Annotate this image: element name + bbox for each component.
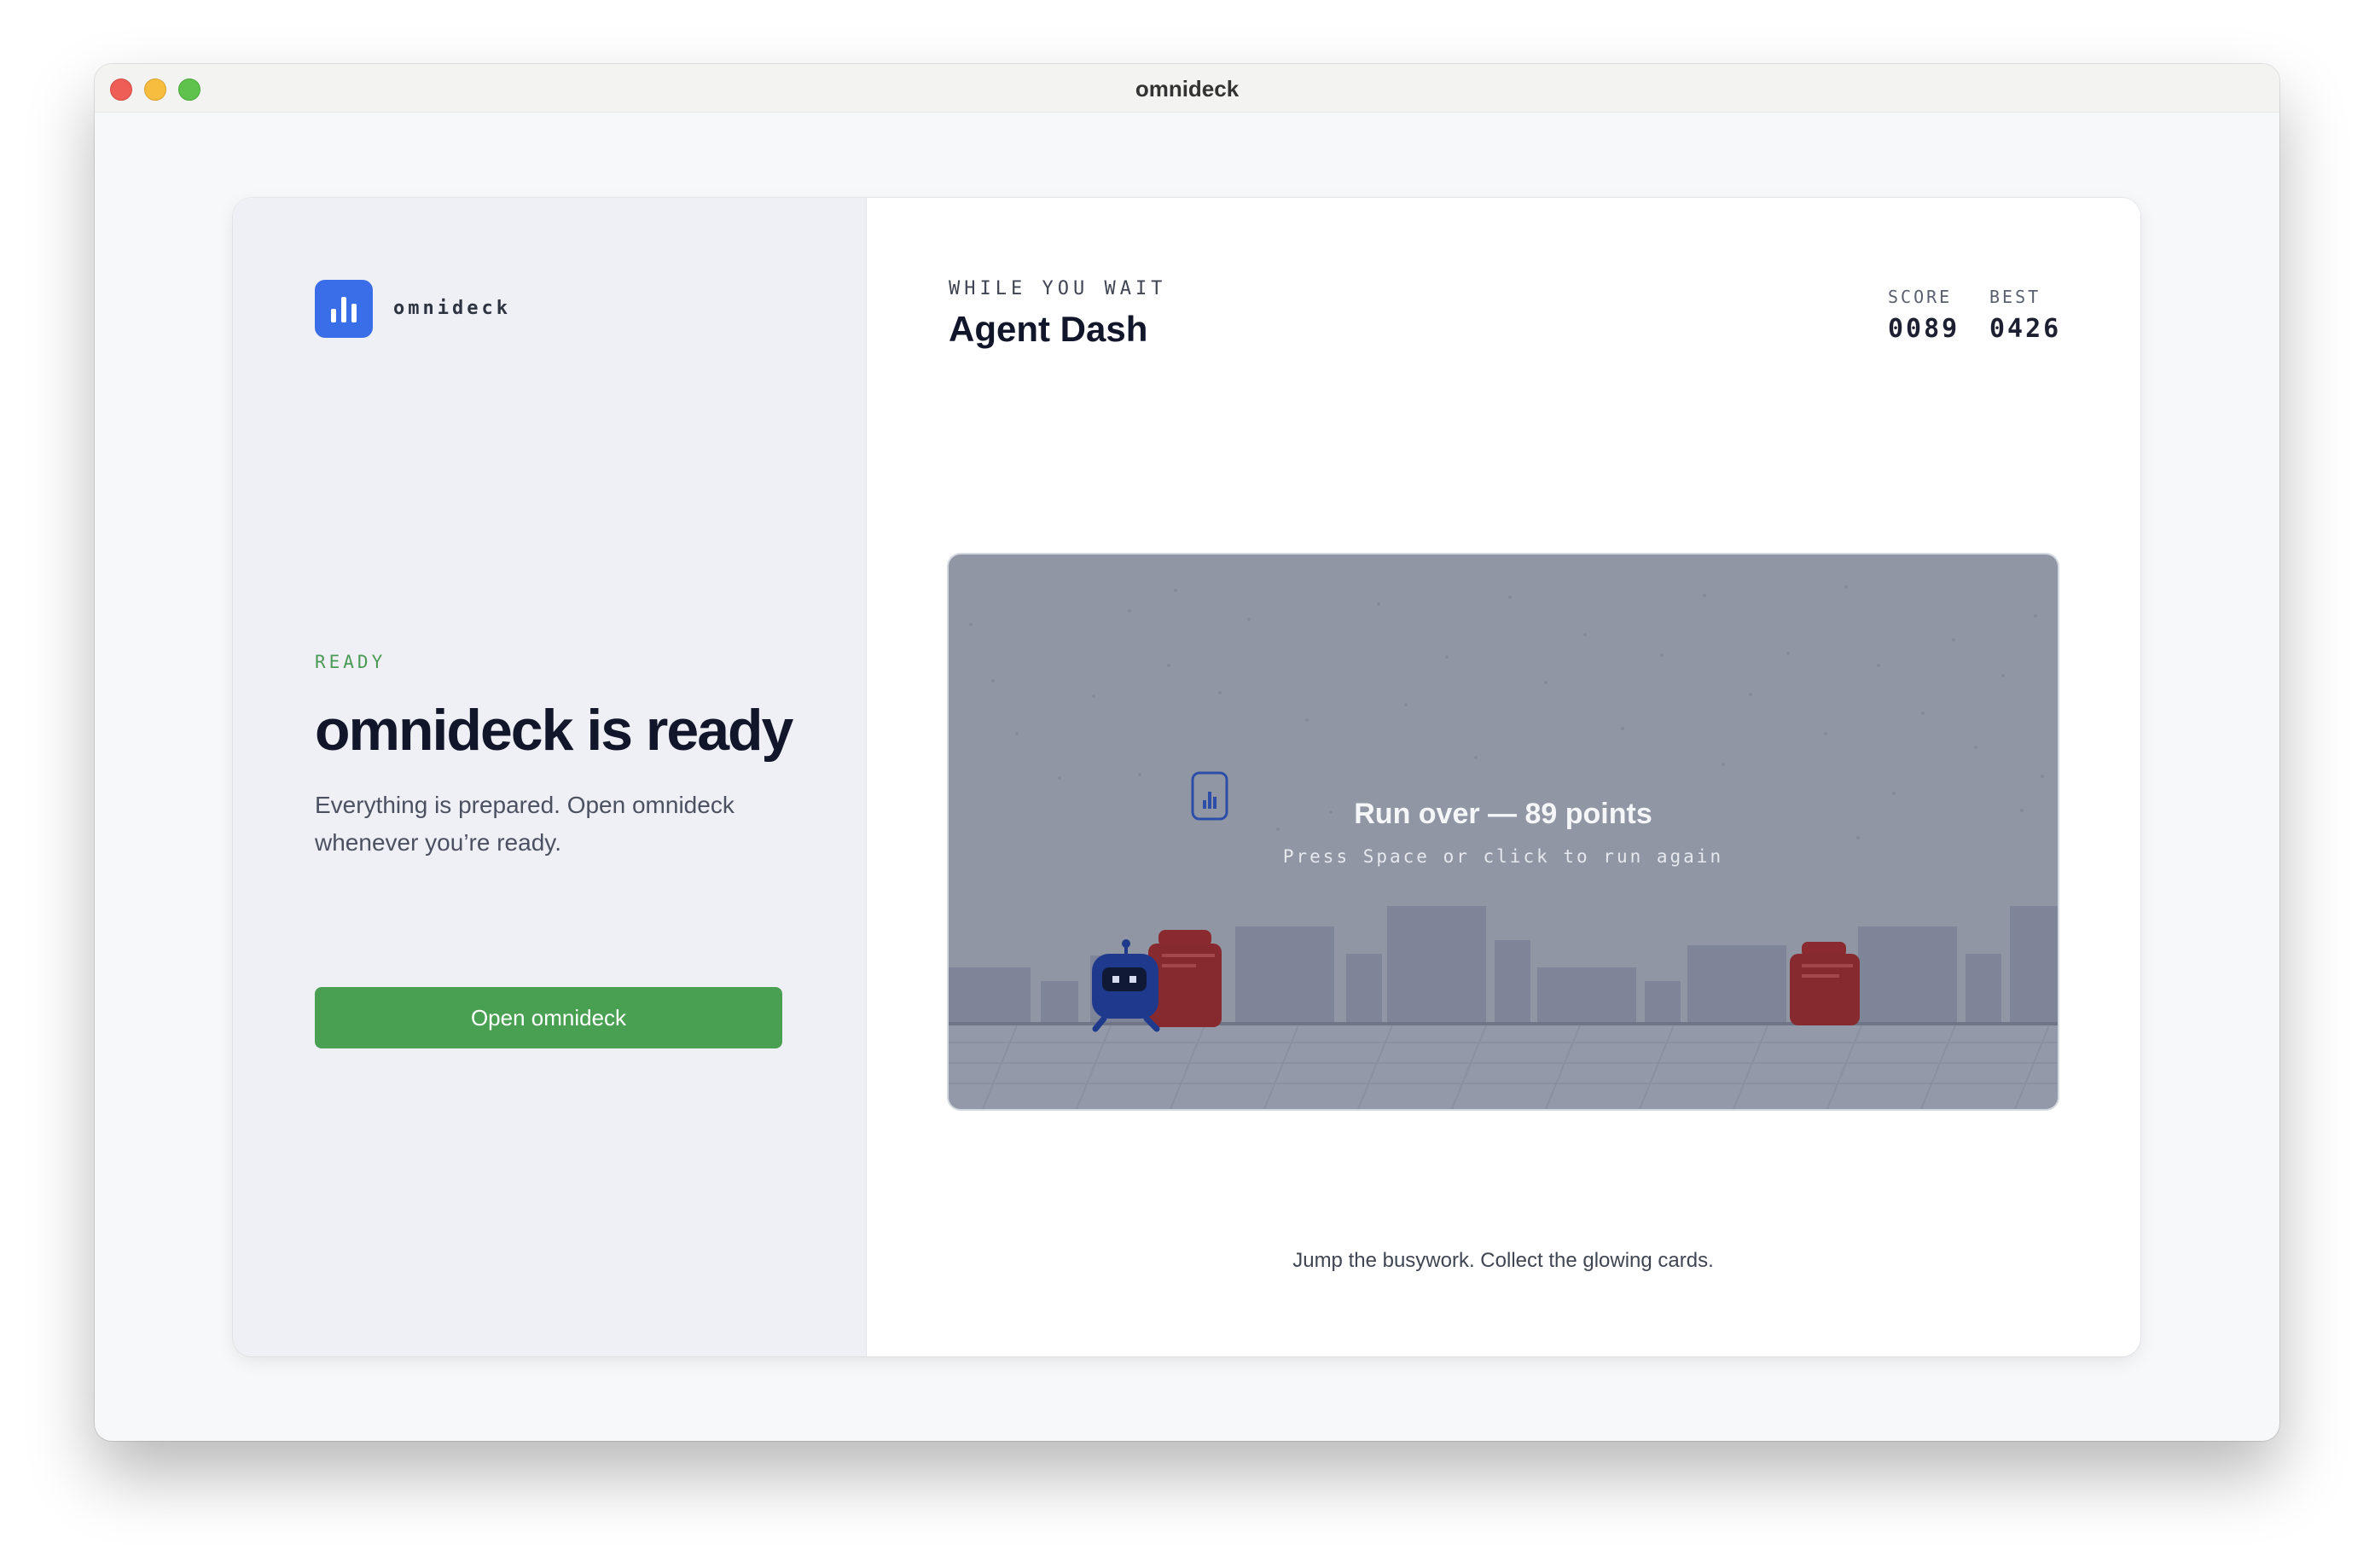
window-title: omnideck [1135, 76, 1240, 102]
restart-instruction: Press Space or click to run again [1282, 846, 1724, 867]
ground [949, 1022, 2058, 1109]
status-label: READY [315, 652, 386, 672]
game-eyebrow: WHILE YOU WAIT [949, 278, 1167, 299]
game-panel: WHILE YOU WAIT Agent Dash SCORE 0089 BES… [867, 198, 2140, 1356]
app-window: omnideck omnideck READY omnideck is read… [95, 64, 2279, 1441]
best-label: BEST [1989, 287, 2041, 307]
brand-name: omnideck [393, 298, 511, 319]
best-value: 0426 [1989, 314, 2062, 344]
game-over-title: Run over — 89 points [1354, 798, 1652, 830]
status-panel: omnideck READY omnideck is ready Everyth… [233, 198, 867, 1356]
title-bar: omnideck [95, 64, 2279, 113]
game-canvas[interactable]: Run over — 89 points Press Space or clic… [949, 555, 2058, 1109]
score-label: SCORE [1888, 287, 1953, 307]
ready-description: Everything is prepared. Open omnideck wh… [315, 792, 735, 856]
briefcase-icon-obstacle-2 [1790, 942, 1860, 1025]
briefcase-icon-obstacle-1 [1148, 930, 1222, 1027]
game-title: Agent Dash [949, 309, 1148, 349]
score-value: 0089 [1888, 314, 1960, 344]
score-counter: SCORE 0089 [1888, 287, 1960, 344]
launcher-card: omnideck READY omnideck is ready Everyth… [233, 198, 2140, 1356]
game-hint: Jump the busywork. Collect the glowing c… [1292, 1249, 1714, 1272]
best-counter: BEST 0426 [1989, 287, 2061, 344]
page-title: omnideck is ready [315, 698, 793, 763]
bar-chart-icon [315, 280, 373, 338]
open-app-button[interactable]: Open omnideck [315, 987, 782, 1048]
